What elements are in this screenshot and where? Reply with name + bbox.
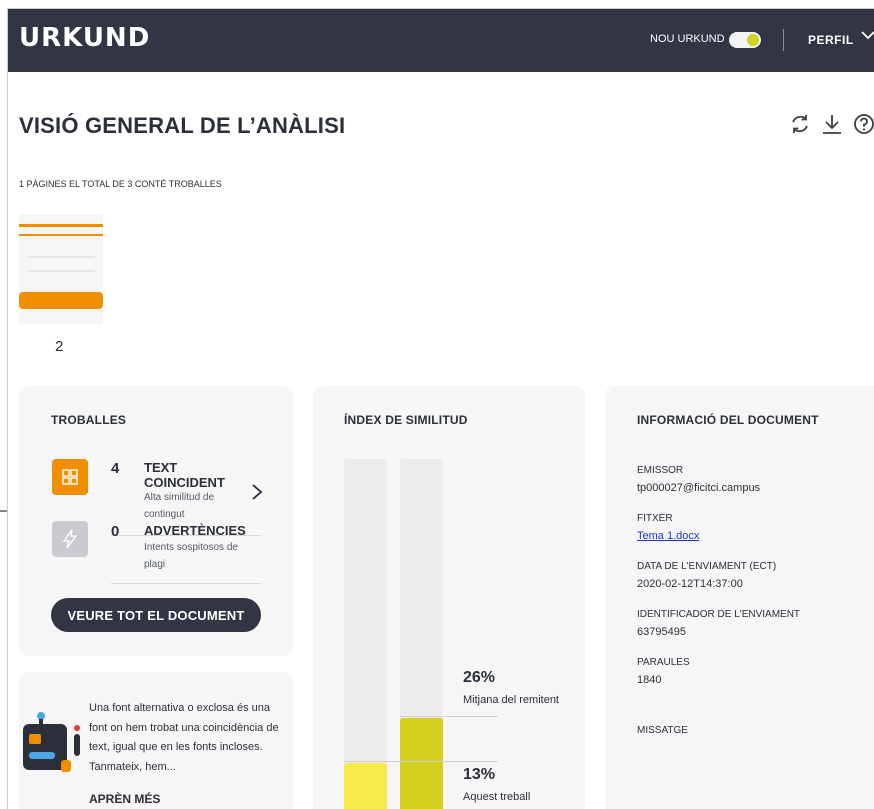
new-urkund-toggle[interactable]	[729, 32, 761, 48]
warnings-label[interactable]: ADVERTÈNCIES	[144, 523, 246, 539]
message-label: MISSATGE	[637, 725, 688, 736]
text-match-badge	[52, 459, 88, 495]
new-urkund-label: NOU URKUND	[650, 33, 725, 45]
document-info-card: INFORMACIÓ DEL DOCUMENT EMISSOR tp000027…	[605, 386, 874, 809]
similarity-index-title: ÍNDEX DE SIMILITUD	[344, 413, 468, 427]
file-label: FITXER	[637, 513, 673, 524]
average-percentage: 26%	[463, 669, 496, 686]
lightning-icon	[62, 529, 78, 549]
similarity-index-card: ÍNDEX DE SIMILITUD 26% Mitjana del remit…	[313, 386, 585, 809]
findings-card: TROBALLES 4 TEXT COINCIDENT Alta similit…	[19, 386, 293, 656]
chevron-down-icon[interactable]	[861, 28, 874, 42]
top-bar: URKUND NOU URKUND PERFIL	[8, 9, 874, 72]
warnings-description: Intents sospitosos de	[144, 542, 238, 553]
alternative-source-card: Una font alternativa o exclosa és una fo…	[19, 672, 293, 809]
thumb-highlight-line	[19, 224, 103, 227]
findings-divider	[111, 583, 261, 584]
text-match-count: 4	[111, 460, 120, 477]
alternative-source-text: Una font alternativa o exclosa és una fo…	[89, 702, 279, 773]
work-reference-line	[344, 761, 498, 762]
page-thumbnail[interactable]	[19, 214, 103, 324]
view-full-document-button[interactable]: VEURE TOT EL DOCUMENT	[51, 598, 261, 632]
text-match-description: Alta similitud de	[144, 492, 215, 503]
findings-title: TROBALLES	[51, 413, 127, 427]
text-match-description: contingut	[144, 509, 185, 520]
learn-more-link[interactable]: APRÈN MÉS	[89, 792, 160, 806]
word-count-label: PARAULES	[637, 657, 690, 668]
average-bar	[400, 718, 443, 809]
app-window: URKUND NOU URKUND PERFIL VISIÓ GENERAL D…	[7, 8, 874, 809]
document-info-title: INFORMACIÓ DEL DOCUMENT	[637, 413, 819, 427]
grid-icon	[62, 469, 78, 485]
thumb-text-line	[27, 270, 95, 272]
warnings-badge	[52, 521, 88, 557]
header-divider	[783, 29, 784, 51]
sender-label: EMISSOR	[637, 465, 684, 476]
robot-icon	[23, 712, 80, 772]
work-percentage: 13%	[463, 766, 496, 783]
work-bar-track	[344, 459, 387, 809]
page-title: VISIÓ GENERAL DE L’ANÀLISI	[19, 113, 346, 138]
window-edge-tick	[0, 510, 7, 512]
thumbnail-page-number: 2	[55, 338, 64, 355]
warnings-description: plagi	[144, 559, 166, 570]
submission-id-value: 63795495	[637, 626, 686, 638]
thumb-text-line	[27, 256, 95, 258]
word-count-value: 1840	[637, 674, 662, 686]
work-label: Aquest treball	[463, 791, 531, 803]
warnings-count: 0	[111, 523, 120, 540]
submission-date-value: 2020-02-12T14:37:00	[637, 578, 743, 590]
chevron-right-icon[interactable]	[250, 483, 264, 501]
download-icon[interactable]	[821, 113, 843, 135]
average-label: Mitjana del remitent	[463, 694, 559, 706]
page-summary: 1 PÀGINES EL TOTAL DE 3 CONTÉ TROBALLES	[19, 179, 222, 189]
profile-menu-label[interactable]: PERFIL	[808, 33, 854, 47]
average-bar-track	[400, 459, 443, 809]
refresh-icon[interactable]	[789, 113, 811, 135]
text-match-label[interactable]: TEXT	[144, 460, 177, 476]
thumb-highlight-line	[19, 234, 103, 236]
thumb-highlight-block	[19, 292, 103, 309]
sender-value: tp000027@ficitci.campus	[637, 482, 761, 494]
work-bar	[344, 763, 387, 809]
file-link[interactable]: Tema 1.docx	[637, 530, 699, 542]
help-icon[interactable]	[853, 113, 874, 135]
average-reference-line	[400, 716, 498, 717]
submission-id-label: IDENTIFICADOR DE L'ENVIAMENT	[637, 609, 801, 620]
toggle-knob	[747, 34, 759, 46]
submission-date-label: DATA DE L'ENVIAMENT (ECT)	[637, 561, 777, 572]
urkund-logo[interactable]: URKUND	[19, 23, 150, 53]
